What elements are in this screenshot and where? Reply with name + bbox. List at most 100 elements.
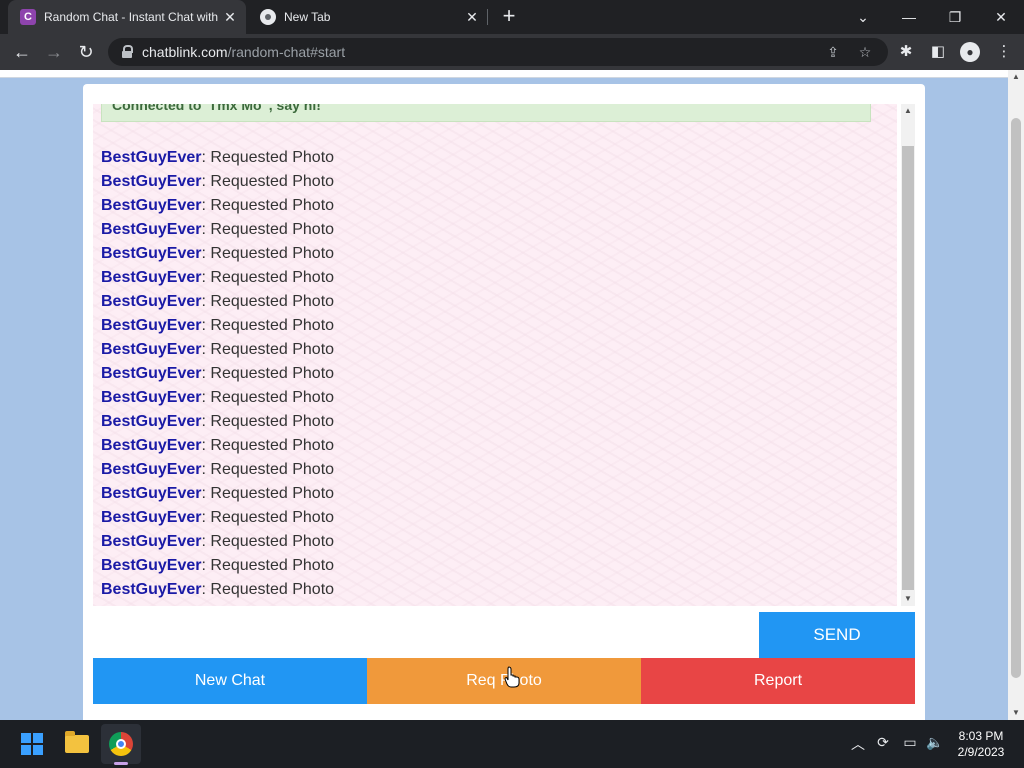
- message-username[interactable]: BestGuyEver: [101, 389, 202, 406]
- page-scroll-up-arrow-icon[interactable]: ▲: [1008, 70, 1024, 84]
- back-button[interactable]: ←: [8, 38, 36, 66]
- message-username[interactable]: BestGuyEver: [101, 485, 202, 502]
- message-username[interactable]: BestGuyEver: [101, 269, 202, 286]
- chat-message: BestGuyEver: Requested Photo: [101, 266, 881, 290]
- system-clock[interactable]: 8:03 PM 2/9/2023: [950, 728, 1012, 760]
- chat-message: BestGuyEver: Requested Photo: [101, 554, 881, 578]
- show-hidden-icons-chevron-icon[interactable]: ︿: [848, 734, 868, 754]
- message-username[interactable]: BestGuyEver: [101, 221, 202, 238]
- message-text: : Requested Photo: [201, 389, 335, 406]
- extensions-icon[interactable]: ✱: [896, 42, 916, 62]
- message-username[interactable]: BestGuyEver: [101, 149, 202, 166]
- chrome-icon: [260, 9, 276, 25]
- message-text: : Requested Photo: [202, 605, 335, 606]
- page-viewport: Connected to 'Tmx Mo' , say hi! BestGuyE…: [0, 70, 1008, 720]
- chat-message: BestGuyEver: Requested Photo: [101, 146, 881, 170]
- sync-alert-icon[interactable]: ⟳: [873, 734, 893, 751]
- volume-icon[interactable]: 🔈: [925, 734, 945, 751]
- start-button[interactable]: [12, 724, 52, 764]
- active-app-indicator: [114, 762, 128, 765]
- message-input[interactable]: [93, 612, 757, 658]
- message-text: : Requested Photo: [201, 269, 335, 286]
- message-username[interactable]: BestGuyEver: [101, 437, 202, 454]
- message-text: : Requested Photo: [201, 413, 335, 430]
- chat-message: BestGuyEver: Requested Photo: [101, 434, 881, 458]
- chat-scrollbar-thumb[interactable]: [902, 146, 914, 590]
- reload-button[interactable]: ↻: [72, 38, 100, 66]
- message-list: BestGuyEver: Requested Photo BestGuyEver:…: [101, 146, 881, 606]
- scroll-up-arrow-icon[interactable]: ▲: [901, 104, 915, 118]
- report-button[interactable]: Report: [641, 658, 915, 704]
- windows-taskbar: ︿ ⟳ ▭ 🔈 8:03 PM 2/9/2023: [0, 720, 1024, 768]
- url-host: chatblink.com: [142, 44, 228, 60]
- hand-pointer-cursor-icon: [504, 666, 520, 688]
- forward-button[interactable]: →: [40, 38, 68, 66]
- message-username[interactable]: BestGuyEver: [101, 605, 202, 606]
- tab-random-chat[interactable]: C Random Chat - Instant Chat with ✕: [8, 0, 246, 34]
- chat-message: BestGuyEver: Requested Photo: [101, 506, 881, 530]
- message-text: : Requested Photo: [201, 533, 335, 550]
- message-username[interactable]: BestGuyEver: [101, 341, 202, 358]
- chat-message: BestGuyEver: Requested Photo: [101, 314, 881, 338]
- tab-search-chevron-icon[interactable]: ⌄: [840, 0, 886, 34]
- tab-strip: C Random Chat - Instant Chat with ✕ New …: [0, 0, 1024, 34]
- side-panel-icon[interactable]: ◧: [928, 42, 948, 62]
- chatblink-c-icon: C: [20, 9, 36, 25]
- network-icon[interactable]: ▭: [900, 734, 920, 751]
- message-text: : Requested Photo: [201, 293, 335, 310]
- page-header-edge: [0, 70, 1008, 78]
- message-username[interactable]: BestGuyEver: [101, 413, 202, 430]
- message-username[interactable]: BestGuyEver: [101, 365, 202, 382]
- page-scroll-down-arrow-icon[interactable]: ▼: [1008, 706, 1024, 720]
- message-username[interactable]: BestGuyEver: [101, 317, 202, 334]
- address-bar[interactable]: chatblink.com /random-chat#start ⇪ ☆: [108, 38, 888, 66]
- message-text: : Requested Photo: [201, 581, 335, 598]
- message-text: : Requested Photo: [201, 149, 335, 166]
- share-icon[interactable]: ⇪: [825, 44, 841, 60]
- folder-icon: [65, 731, 89, 753]
- message-username[interactable]: BestGuyEver: [101, 533, 202, 550]
- browser-toolbar: ← → ↻ chatblink.com /random-chat#start ⇪…: [0, 34, 1024, 70]
- message-text: : Requested Photo: [201, 437, 335, 454]
- restore-button[interactable]: ❐: [932, 0, 978, 34]
- chat-message: BestGuyEver: Requested Photo: [101, 194, 881, 218]
- chat-message: BestGuyEver: Requested Photo: [101, 338, 881, 362]
- window-close-button[interactable]: ✕: [978, 0, 1024, 34]
- new-tab-button[interactable]: +: [497, 5, 521, 29]
- bookmark-star-icon[interactable]: ☆: [857, 44, 873, 60]
- chat-log[interactable]: Connected to 'Tmx Mo' , say hi! BestGuyE…: [93, 104, 897, 606]
- minimize-button[interactable]: —: [886, 0, 932, 34]
- scroll-down-arrow-icon[interactable]: ▼: [901, 592, 915, 606]
- message-username[interactable]: BestGuyEver: [101, 557, 202, 574]
- chat-scrollbar[interactable]: ▲ ▼: [901, 104, 915, 606]
- chat-message: BestGuyEver: Requested Photo: [101, 218, 881, 242]
- message-username[interactable]: BestGuyEver: [101, 461, 202, 478]
- message-text: : Requested Photo: [201, 365, 335, 382]
- profile-avatar-icon[interactable]: ●: [960, 42, 980, 62]
- message-username[interactable]: BestGuyEver: [101, 197, 202, 214]
- message-username[interactable]: BestGuyEver: [101, 173, 202, 190]
- send-button[interactable]: SEND: [759, 612, 915, 658]
- menu-kebab-icon[interactable]: ⋮: [994, 42, 1014, 62]
- lock-icon: [120, 45, 134, 59]
- new-chat-button[interactable]: New Chat: [93, 658, 367, 704]
- close-icon[interactable]: ✕: [222, 9, 238, 26]
- message-username[interactable]: BestGuyEver: [101, 245, 202, 262]
- chat-message: BestGuyEver: Requested Photo: [101, 290, 881, 314]
- close-icon[interactable]: ✕: [464, 9, 480, 26]
- page-scrollbar[interactable]: ▲ ▼: [1008, 70, 1024, 720]
- message-text: : Requested Photo: [201, 485, 335, 502]
- message-username[interactable]: BestGuyEver: [101, 293, 202, 310]
- page-scrollbar-thumb[interactable]: [1011, 118, 1021, 678]
- message-text: : Requested Photo: [201, 197, 335, 214]
- message-text: : Requested Photo: [201, 173, 335, 190]
- message-username[interactable]: BestGuyEver: [101, 509, 202, 526]
- tab-new-tab[interactable]: New Tab ✕: [250, 0, 488, 34]
- file-explorer-button[interactable]: [57, 724, 97, 764]
- tab-title: Random Chat - Instant Chat with: [44, 10, 219, 24]
- chat-message: BestGuyEver: Requested Photo: [101, 482, 881, 506]
- message-username[interactable]: BestGuyEver: [101, 581, 202, 598]
- connection-status-banner: Connected to 'Tmx Mo' , say hi!: [101, 104, 871, 122]
- chat-message: BestGuyEver: Requested Photo: [101, 578, 881, 602]
- chrome-taskbar-button[interactable]: [101, 724, 141, 764]
